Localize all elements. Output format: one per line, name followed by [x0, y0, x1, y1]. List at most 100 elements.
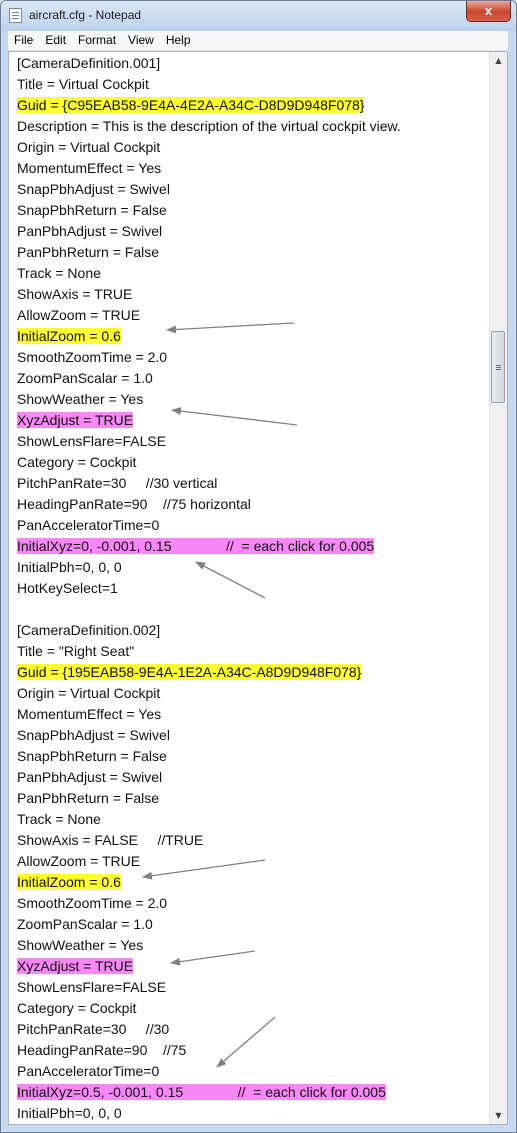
scroll-down-arrow-icon[interactable]: ▼	[490, 1107, 507, 1124]
line-text: HeadingPanRate=90 //75 horizontal	[17, 496, 251, 512]
text-line: PanPbhReturn = False	[17, 242, 159, 263]
text-line: SmoothZoomTime = 2.0	[17, 893, 167, 914]
text-line: SnapPbhAdjust = Swivel	[17, 725, 170, 746]
text-line: AllowZoom = TRUE	[17, 305, 140, 326]
text-line: Guid = {195EAB58-9E4A-1E2A-A34C-A8D9D948…	[17, 662, 362, 683]
text-line: SmoothZoomTime = 2.0	[17, 347, 167, 368]
text-line: ShowLensFlare=FALSE	[17, 431, 166, 452]
text-editor[interactable]: [CameraDefinition.001] Title = Virtual Co…	[9, 52, 490, 1124]
text-line: [CameraDefinition.001]	[17, 53, 160, 74]
line-text: PanAcceleratorTime=0	[17, 1063, 160, 1079]
text-line: ShowAxis = TRUE	[17, 284, 132, 305]
line-text: Origin = Virtual Cockpit	[17, 685, 161, 701]
line-text: [CameraDefinition.002]	[17, 622, 161, 638]
line-text: ShowLensFlare=FALSE	[17, 979, 167, 995]
close-button[interactable]: x	[466, 1, 511, 22]
text-line: ZoomPanScalar = 1.0	[17, 368, 153, 389]
text-line: Title = "Right Seat"	[17, 641, 134, 662]
menu-edit[interactable]: Edit	[39, 31, 72, 50]
text-line: Description = This is the description of…	[17, 116, 401, 137]
highlighted-text: Guid = {C95EAB58-9E4A-4E2A-A34C-D8D9D948…	[17, 97, 365, 113]
line-text: Title = Virtual Cockpit	[17, 76, 149, 92]
text-line: ShowLensFlare=FALSE	[17, 977, 166, 998]
close-icon: x	[484, 3, 493, 18]
line-text: ShowAxis = TRUE	[17, 286, 133, 302]
highlighted-text: InitialZoom = 0.6	[17, 328, 121, 344]
line-text: ShowLensFlare=FALSE	[17, 433, 167, 449]
line-text: Category = Cockpit	[17, 454, 137, 470]
text-line: InitialXyz=0.5, -0.001, 0.15 // = each c…	[17, 1082, 386, 1103]
menu-view[interactable]: View	[122, 31, 160, 50]
text-line: SnapPbhReturn = False	[17, 746, 167, 767]
line-text: SnapPbhReturn = False	[17, 202, 167, 218]
text-line: ShowAxis = FALSE //TRUE	[17, 830, 203, 851]
menu-help[interactable]: Help	[160, 31, 197, 50]
line-text: PanPbhAdjust = Swivel	[17, 769, 163, 785]
text-line: PanAcceleratorTime=0	[17, 515, 159, 536]
text-line: InitialPbh=0, 0, 0	[17, 1103, 122, 1124]
highlighted-text: InitialZoom = 0.6	[17, 874, 121, 890]
text-line: InitialPbh=0, 0, 0	[17, 557, 122, 578]
line-text: [CameraDefinition.001]	[17, 55, 161, 71]
text-line: ShowWeather = Yes	[17, 389, 143, 410]
line-text: InitialPbh=0, 0, 0	[17, 1105, 122, 1121]
text-line: Track = None	[17, 263, 101, 284]
line-text: InitialPbh=0, 0, 0	[17, 559, 122, 575]
line-text: PanPbhAdjust = Swivel	[17, 223, 163, 239]
line-text: PitchPanRate=30 //30 vertical	[17, 475, 218, 491]
text-line: Guid = {C95EAB58-9E4A-4E2A-A34C-D8D9D948…	[17, 95, 365, 116]
notepad-icon[interactable]	[9, 8, 22, 23]
text-line: ShowWeather = Yes	[17, 935, 143, 956]
line-text: ShowWeather = Yes	[17, 391, 144, 407]
text-line: SnapPbhReturn = False	[17, 200, 167, 221]
line-text: SnapPbhReturn = False	[17, 748, 167, 764]
line-text: AllowZoom = TRUE	[17, 307, 141, 323]
text-line: MomentumEffect = Yes	[17, 704, 161, 725]
line-text: HotKeySelect=1	[17, 580, 118, 596]
line-text: SmoothZoomTime = 2.0	[17, 895, 168, 911]
highlighted-text: XyzAdjust = TRUE	[17, 958, 134, 974]
line-text: ShowAxis = FALSE //TRUE	[17, 832, 204, 848]
text-line: MomentumEffect = Yes	[17, 158, 161, 179]
text-line: SnapPbhAdjust = Swivel	[17, 179, 170, 200]
text-line: PanPbhReturn = False	[17, 788, 159, 809]
line-text: SnapPbhAdjust = Swivel	[17, 727, 170, 743]
line-text: PanPbhReturn = False	[17, 244, 160, 260]
text-line: XyzAdjust = TRUE	[17, 410, 134, 431]
highlighted-text: Guid = {195EAB58-9E4A-1E2A-A34C-A8D9D948…	[17, 664, 362, 680]
menu-bar: File Edit Format View Help	[8, 31, 508, 51]
line-text: Track = None	[17, 265, 101, 281]
text-line: Category = Cockpit	[17, 998, 136, 1019]
notepad-window: aircraft.cfg - Notepad x File Edit Format V…	[0, 0, 517, 1133]
vertical-scrollbar[interactable]: ▲ ▼	[489, 52, 507, 1124]
line-text: Description = This is the description of…	[17, 118, 401, 134]
editor-client-area: [CameraDefinition.001] Title = Virtual Co…	[8, 51, 508, 1125]
line-text: ZoomPanScalar = 1.0	[17, 916, 153, 932]
highlighted-text: XyzAdjust = TRUE	[17, 412, 134, 428]
text-line: HeadingPanRate=90 //75 horizontal	[17, 494, 251, 515]
scrollbar-thumb[interactable]	[491, 331, 505, 403]
line-text: PitchPanRate=30 //30	[17, 1021, 170, 1037]
line-text: ShowWeather = Yes	[17, 937, 144, 953]
text-line: PitchPanRate=30 //30 vertical	[17, 473, 217, 494]
text-line: HeadingPanRate=90 //75	[17, 1040, 186, 1061]
text-line: Track = None	[17, 809, 101, 830]
line-text: MomentumEffect = Yes	[17, 706, 162, 722]
text-line: Origin = Virtual Cockpit	[17, 137, 160, 158]
text-line: ZoomPanScalar = 1.0	[17, 914, 153, 935]
menu-file[interactable]: File	[8, 31, 39, 50]
line-text: ZoomPanScalar = 1.0	[17, 370, 153, 386]
highlighted-text: InitialXyz=0, -0.001, 0.15 // = each cli…	[17, 538, 375, 554]
text-line: XyzAdjust = TRUE	[17, 956, 134, 977]
line-text: PanPbhReturn = False	[17, 790, 160, 806]
text-line: PanPbhAdjust = Swivel	[17, 767, 162, 788]
line-text: HeadingPanRate=90 //75	[17, 1042, 187, 1058]
text-line: PanAcceleratorTime=0	[17, 1061, 159, 1082]
line-text: MomentumEffect = Yes	[17, 160, 162, 176]
text-line: AllowZoom = TRUE	[17, 851, 140, 872]
scroll-up-arrow-icon[interactable]: ▲	[490, 52, 507, 69]
title-bar[interactable]: aircraft.cfg - Notepad x	[1, 1, 516, 31]
text-line: HotKeySelect=1	[17, 578, 118, 599]
text-line: [CameraDefinition.002]	[17, 620, 160, 641]
menu-format[interactable]: Format	[72, 31, 122, 50]
